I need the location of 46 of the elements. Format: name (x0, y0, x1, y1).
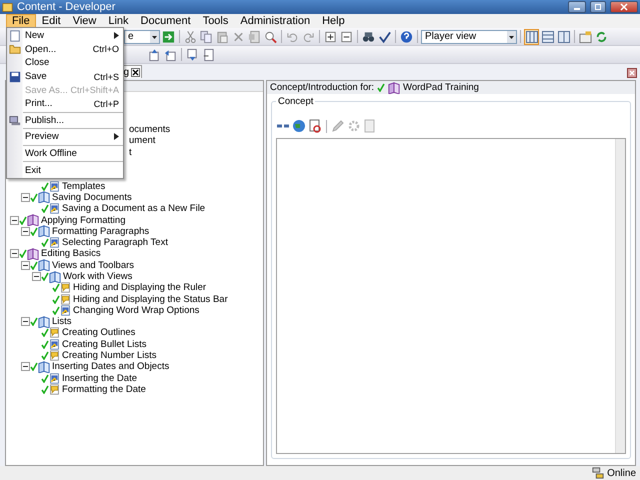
menu-item[interactable]: Save Ctrl+S (7, 70, 123, 84)
tree-item[interactable]: Changing Word Wrap Options (73, 304, 200, 316)
tree-item[interactable]: Formatting Paragraphs (52, 226, 150, 237)
tree-item[interactable]: Lists (52, 316, 72, 328)
menu-item[interactable]: Tools (196, 14, 234, 28)
connection-status: Online (607, 468, 636, 478)
tree-item[interactable]: Views and Toolbars (52, 260, 134, 271)
menu-item[interactable]: Help (316, 14, 351, 28)
tree-item[interactable]: ument (129, 135, 156, 146)
menu-item[interactable]: Close (7, 56, 123, 70)
document-dropdown[interactable]: e (124, 30, 160, 44)
group-label: Concept (277, 96, 314, 107)
menu-item[interactable]: File (6, 14, 36, 28)
tree-item[interactable]: Formatting the Date (62, 384, 146, 395)
tree-item[interactable]: Creating Number Lists (62, 350, 157, 362)
tree-item[interactable]: Selecting Paragraph Text (62, 237, 168, 248)
tree-item[interactable]: Editing Basics (41, 248, 101, 260)
menu-item[interactable]: New (7, 29, 123, 43)
menu-item[interactable]: Exit (7, 163, 123, 177)
tree-item[interactable]: Creating Outlines (62, 327, 136, 338)
tree-item[interactable]: Inserting the Date (62, 372, 137, 384)
module-title: WordPad Training (403, 82, 479, 93)
menu-item[interactable]: Open... Ctrl+O (7, 42, 123, 56)
tree-item[interactable]: t (129, 146, 132, 158)
tree-item[interactable]: Templates (62, 180, 106, 192)
menu-item[interactable]: Preview (7, 130, 123, 144)
tree-item[interactable]: Hiding and Displaying the Status Bar (73, 294, 228, 305)
menu-item[interactable]: Print... Ctrl+P (7, 96, 123, 111)
tree-item[interactable]: Saving a Document as a New File (62, 203, 206, 214)
tree-item[interactable]: Creating Bullet Lists (62, 338, 146, 350)
menu-item[interactable]: Administration (234, 14, 316, 28)
tree-item[interactable]: Saving Documents (52, 192, 132, 203)
tree-item[interactable]: ocuments (129, 124, 170, 136)
tree-item[interactable]: Inserting Dates and Objects (52, 361, 170, 372)
panel-header-label: Concept/Introduction for: (270, 82, 374, 93)
tree-item[interactable]: Work with Views (63, 271, 132, 282)
menu-item[interactable]: Edit (36, 14, 67, 28)
tree-item[interactable]: Hiding and Displaying the Ruler (73, 282, 206, 294)
menu-item[interactable]: Publish... (7, 114, 123, 128)
view-dropdown[interactable]: Player view (421, 30, 517, 44)
menu-item[interactable]: Link (102, 14, 135, 28)
menu-item[interactable]: View (66, 14, 102, 28)
window-title: Content - Developer (17, 1, 116, 13)
menu-item[interactable]: Document (134, 14, 197, 28)
tree-item[interactable]: Applying Formatting (41, 214, 126, 226)
menu-item[interactable]: Work Offline (7, 146, 123, 160)
